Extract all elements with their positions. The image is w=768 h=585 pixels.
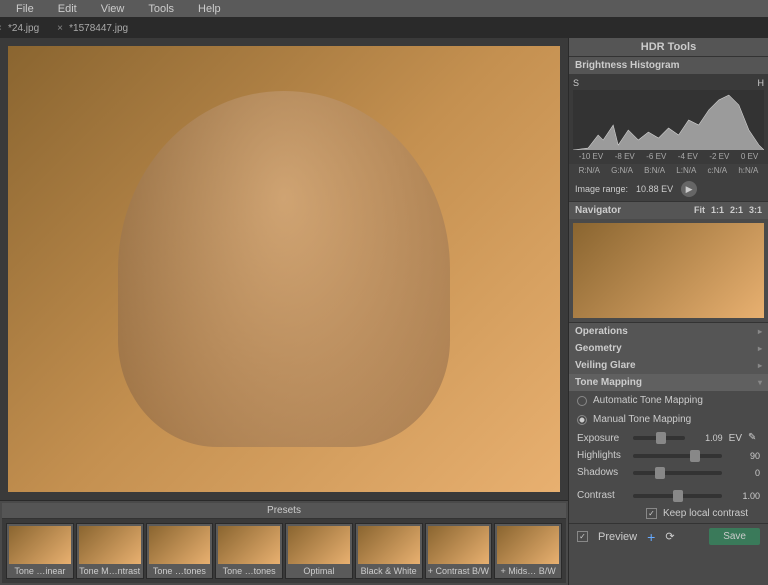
contrast-value: 1.00 [728, 491, 760, 501]
histogram-header[interactable]: Brightness Histogram [569, 57, 768, 74]
channel-label: R:N/A [579, 166, 600, 175]
preset-0[interactable]: Tone …inear [6, 523, 74, 579]
exposure-value: 1.09 [691, 433, 723, 443]
manual-tonemapping-radio[interactable] [577, 415, 587, 425]
hist-h-label: H [758, 78, 765, 88]
preset-1[interactable]: Tone M…ntrast [76, 523, 144, 579]
preview-checkbox[interactable]: ✓ [577, 531, 588, 542]
document-tabs: *24.jpg *1578447.jpg [0, 18, 768, 38]
preview-label: Preview [598, 531, 637, 543]
shadows-value: 0 [728, 468, 760, 478]
manual-tonemapping-label: Manual Tone Mapping [593, 414, 691, 425]
channel-label: c:N/A [708, 166, 728, 175]
channel-label: h:N/A [738, 166, 758, 175]
preset-5[interactable]: Black & White [355, 523, 423, 579]
zoom-2-1[interactable]: 2:1 [730, 205, 743, 216]
hist-s-label: S [573, 78, 579, 88]
preset-3[interactable]: Tone …tones [215, 523, 283, 579]
zoom-1-1[interactable]: 1:1 [711, 205, 724, 216]
presets-strip: Tone …inearTone M…ntrastTone …tonesTone … [2, 519, 566, 583]
highlights-label: Highlights [577, 450, 627, 461]
refresh-icon[interactable]: ⟳ [665, 530, 674, 543]
auto-tonemapping-label: Automatic Tone Mapping [593, 395, 703, 406]
keep-local-contrast-checkbox[interactable]: ✓ [646, 508, 657, 519]
navigator-title: Navigator [575, 205, 621, 216]
menubar: File Edit View Tools Help [0, 0, 768, 18]
ev-label: -10 EV [579, 152, 603, 161]
save-button[interactable]: Save [709, 528, 760, 545]
highlights-slider[interactable] [633, 454, 722, 458]
play-button[interactable]: ▶ [681, 181, 697, 197]
menu-edit[interactable]: Edit [46, 1, 89, 17]
navigator-thumbnail[interactable] [573, 223, 764, 318]
menu-tools[interactable]: Tools [136, 1, 186, 17]
ev-label: -6 EV [646, 152, 666, 161]
add-icon[interactable]: + [647, 529, 655, 545]
preset-7[interactable]: + Mids… B/W [494, 523, 562, 579]
menu-file[interactable]: File [4, 1, 46, 17]
highlights-value: 90 [728, 451, 760, 461]
veiling-glare-header[interactable]: Veiling Glare▸ [569, 357, 768, 374]
channel-label: G:N/A [611, 166, 633, 175]
operations-header[interactable]: Operations▸ [569, 323, 768, 340]
tone-mapping-header[interactable]: Tone Mapping▾ [569, 374, 768, 391]
preset-4[interactable]: Optimal [285, 523, 353, 579]
geometry-header[interactable]: Geometry▸ [569, 340, 768, 357]
hdr-tools-title: HDR Tools [569, 38, 768, 57]
presets-title: Presets [2, 503, 566, 519]
ev-label: -4 EV [678, 152, 698, 161]
exposure-unit: EV [729, 433, 742, 444]
tab-0[interactable]: *24.jpg [8, 23, 39, 34]
menu-view[interactable]: View [89, 1, 137, 17]
zoom-3-1[interactable]: 3:1 [749, 205, 762, 216]
preset-6[interactable]: + Contrast B/W [425, 523, 493, 579]
tab-1[interactable]: *1578447.jpg [69, 23, 128, 34]
shadows-label: Shadows [577, 467, 627, 478]
channel-label: B:N/A [644, 166, 665, 175]
contrast-slider[interactable] [633, 494, 722, 498]
ev-label: -2 EV [709, 152, 729, 161]
zoom-fit[interactable]: Fit [694, 205, 705, 216]
image-range-value: 10.88 EV [636, 184, 673, 194]
exposure-slider[interactable] [633, 436, 685, 440]
ev-label: -8 EV [615, 152, 635, 161]
image-canvas[interactable] [8, 46, 560, 492]
channel-label: L:N/A [676, 166, 696, 175]
contrast-label: Contrast [577, 490, 627, 501]
exposure-label: Exposure [577, 433, 627, 444]
auto-tonemapping-radio[interactable] [577, 396, 587, 406]
menu-help[interactable]: Help [186, 1, 233, 17]
eyedropper-icon[interactable]: ✎ [748, 432, 760, 444]
image-range-label: Image range: [575, 184, 628, 194]
shadows-slider[interactable] [633, 471, 722, 475]
keep-local-contrast-label: Keep local contrast [663, 508, 748, 519]
preset-2[interactable]: Tone …tones [146, 523, 214, 579]
histogram-graph[interactable] [573, 90, 764, 150]
ev-label: 0 EV [741, 152, 758, 161]
